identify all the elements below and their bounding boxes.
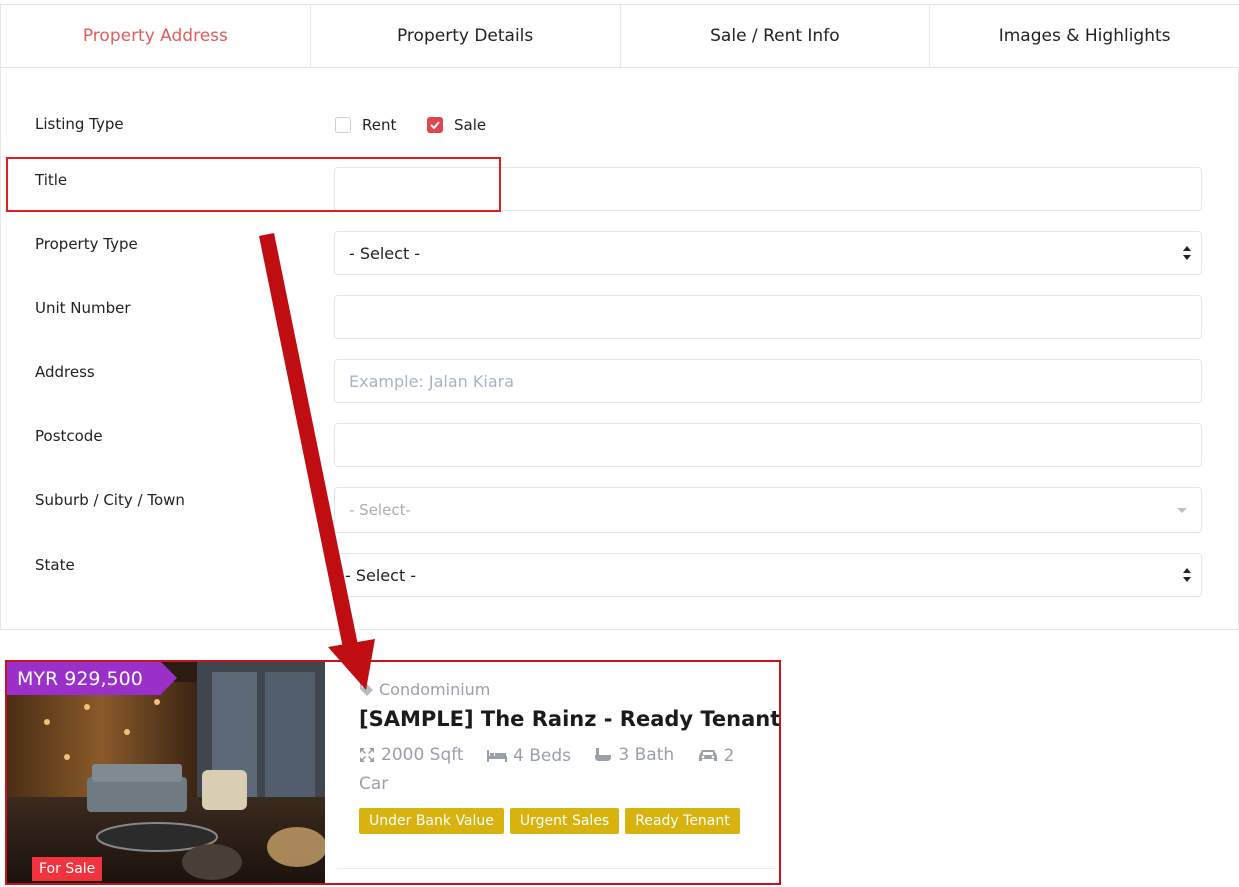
property-type: Condominium bbox=[359, 680, 490, 699]
for-sale-badge: For Sale bbox=[32, 857, 103, 881]
size-text: 2000 Sqft bbox=[381, 745, 464, 765]
property-type-select[interactable]: - Select - bbox=[334, 231, 1202, 275]
bath-icon bbox=[595, 748, 612, 761]
state-select[interactable]: - Select - bbox=[334, 553, 1202, 597]
select-arrows-icon bbox=[1183, 568, 1191, 582]
chevron-down-icon bbox=[1177, 508, 1187, 513]
tab-property-address[interactable]: Property Address bbox=[0, 5, 310, 67]
state-value: - Select - bbox=[345, 565, 417, 585]
tab-sale-rent-info[interactable]: Sale / Rent Info bbox=[619, 5, 930, 67]
beds-text: 4 Beds bbox=[513, 746, 572, 766]
size-spec: 2000 Sqft bbox=[359, 742, 464, 768]
sale-checkbox[interactable] bbox=[427, 117, 443, 133]
suburb-value: - Select- bbox=[349, 501, 411, 519]
card-divider bbox=[337, 868, 777, 869]
suburb-label: Suburb / City / Town bbox=[35, 491, 185, 509]
price-tag: MYR 929,500 bbox=[7, 662, 177, 695]
beds-spec: 4 Beds bbox=[487, 743, 571, 769]
rent-checkbox[interactable] bbox=[335, 117, 351, 133]
tab-images-highlights[interactable]: Images & Highlights bbox=[929, 5, 1239, 67]
car-unit: Car bbox=[359, 774, 389, 794]
rent-checkbox-label[interactable]: Rent bbox=[362, 116, 396, 134]
listing-photo[interactable]: MYR 929,500 For Sale bbox=[7, 662, 325, 883]
baths-spec: 3 Bath bbox=[594, 742, 674, 768]
listing-card[interactable]: MYR 929,500 For Sale Condominium [SAMPLE… bbox=[5, 660, 781, 885]
tag-ready-tenant[interactable]: Ready Tenant bbox=[625, 808, 740, 834]
listing-tags: Under Bank Value Urgent Sales Ready Tena… bbox=[359, 808, 740, 834]
title-highlight-box bbox=[6, 157, 501, 212]
car-icon bbox=[698, 750, 717, 761]
property-type-text: Condominium bbox=[379, 680, 491, 699]
address-placeholder: Example: Jalan Kiara bbox=[349, 371, 515, 391]
unit-number-input[interactable] bbox=[334, 295, 1202, 339]
listing-title[interactable]: [SAMPLE] The Rainz - Ready Tenant bbox=[359, 707, 779, 731]
property-type-label: Property Type bbox=[35, 235, 138, 253]
area-icon bbox=[360, 748, 374, 762]
listing-type-label: Listing Type bbox=[35, 115, 124, 133]
car-spec: 2 bbox=[698, 743, 735, 769]
sale-checkbox-label[interactable]: Sale bbox=[454, 116, 486, 134]
postcode-input[interactable] bbox=[334, 423, 1202, 467]
postcode-label: Postcode bbox=[35, 427, 103, 445]
suburb-select[interactable]: - Select- bbox=[334, 487, 1202, 533]
checkmark-icon bbox=[430, 121, 440, 129]
tag-icon bbox=[360, 683, 373, 696]
property-type-value: - Select - bbox=[349, 243, 421, 263]
tag-urgent-sales[interactable]: Urgent Sales bbox=[509, 808, 620, 834]
unit-number-label: Unit Number bbox=[35, 299, 131, 317]
baths-text: 3 Bath bbox=[618, 745, 675, 765]
tab-property-details[interactable]: Property Details bbox=[309, 5, 620, 67]
form-panel bbox=[0, 68, 1239, 630]
car-count: 2 bbox=[723, 745, 735, 766]
state-label: State bbox=[35, 556, 75, 574]
address-input[interactable]: Example: Jalan Kiara bbox=[334, 359, 1202, 403]
living-room-image bbox=[7, 662, 325, 883]
address-label: Address bbox=[35, 363, 95, 381]
select-arrows-icon bbox=[1183, 246, 1191, 260]
listing-specs: 2000 Sqft 4 Beds 3 Bath 2 Car bbox=[359, 742, 769, 797]
tab-bar: Property Address Property Details Sale /… bbox=[0, 4, 1239, 68]
tag-under-bank-value[interactable]: Under Bank Value bbox=[359, 808, 504, 834]
bed-icon bbox=[487, 750, 508, 762]
